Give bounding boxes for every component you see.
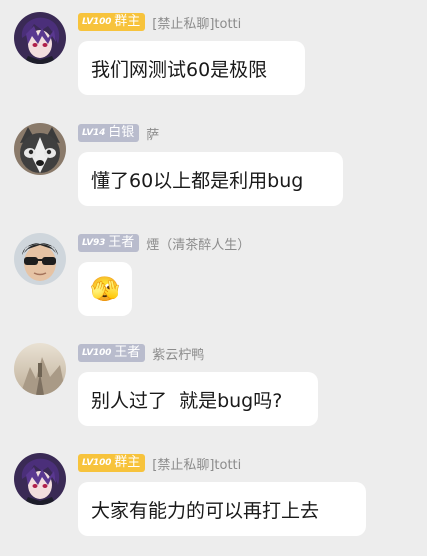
level-label: LV93	[82, 238, 106, 248]
message-meta: LV100 群主 [禁止私聊]totti	[78, 453, 241, 473]
message-bubble[interactable]: 🫣	[78, 262, 132, 316]
rank-badge: LV100 群主	[78, 454, 146, 472]
level-label: LV100	[82, 17, 112, 27]
rank-label: 群主	[114, 455, 141, 470]
level-label: LV14	[82, 128, 106, 138]
rank-badge: LV14 白银	[78, 124, 140, 142]
sender-name[interactable]: 煙（清茶醉人生）	[146, 234, 250, 253]
rank-label: 王者	[108, 235, 135, 250]
message-meta: LV100 王者 紫云柠鸭	[78, 343, 204, 363]
avatar-misty-landscape[interactable]	[14, 343, 66, 395]
rank-badge: LV100 群主	[78, 13, 146, 31]
sender-name[interactable]: 萨	[146, 124, 159, 143]
avatar-anime-purple-hair[interactable]	[14, 453, 66, 505]
rank-label: 王者	[114, 345, 141, 360]
message-bubble[interactable]: 我们网测试60是极限	[78, 41, 305, 95]
level-label: LV100	[82, 458, 112, 468]
sender-name[interactable]: 紫云柠鸭	[152, 344, 204, 363]
message-bubble[interactable]: 别人过了 就是bug吗?	[78, 372, 318, 426]
rank-label: 群主	[114, 14, 141, 29]
sender-name[interactable]: [禁止私聊]totti	[152, 13, 241, 32]
level-label: LV100	[82, 348, 112, 358]
message-meta: LV93 王者 煙（清茶醉人生）	[78, 233, 250, 253]
message-bubble[interactable]: 大家有能力的可以再打上去	[78, 482, 366, 536]
message-meta: LV100 群主 [禁止私聊]totti	[78, 12, 241, 32]
sender-name[interactable]: [禁止私聊]totti	[152, 454, 241, 473]
rank-label: 白银	[108, 125, 135, 140]
message-meta: LV14 白银 萨	[78, 123, 159, 143]
chat-area: LV100 群主 [禁止私聊]totti 我们网测试60是极限 LV14 白银 …	[0, 0, 427, 556]
avatar-husky-dog[interactable]	[14, 123, 66, 175]
message-bubble[interactable]: 懂了60以上都是利用bug	[78, 152, 343, 206]
avatar-anime-purple-hair[interactable]	[14, 12, 66, 64]
avatar-sunglasses-man[interactable]	[14, 233, 66, 285]
rank-badge: LV93 王者	[78, 234, 140, 252]
peeking-face-emoji-icon: 🫣	[90, 275, 120, 303]
rank-badge: LV100 王者	[78, 344, 146, 362]
